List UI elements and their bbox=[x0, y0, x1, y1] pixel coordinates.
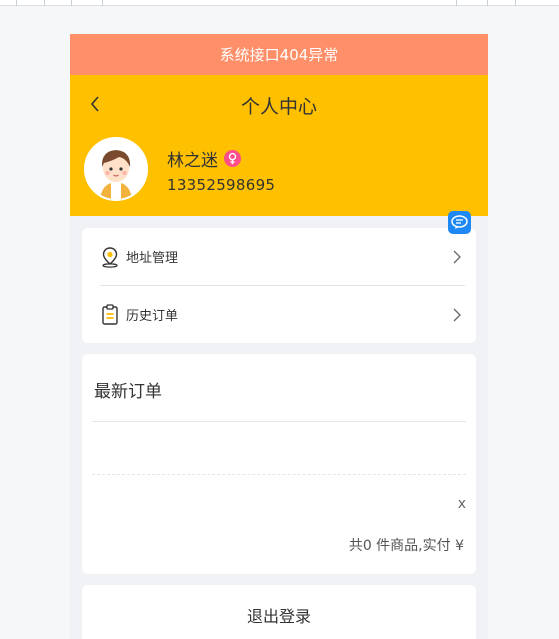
user-name-row: 林之迷 bbox=[167, 146, 241, 171]
ruler-tick bbox=[44, 0, 45, 6]
menu-label: 地址管理 bbox=[126, 251, 179, 266]
chat-icon-glyph bbox=[451, 215, 468, 229]
ruler-tick bbox=[102, 0, 103, 6]
orders-title: 最新订单 bbox=[94, 382, 162, 402]
page-title: 个人中心 bbox=[240, 96, 317, 118]
dashed-divider bbox=[92, 474, 466, 475]
divider bbox=[92, 421, 466, 422]
ruler-tick bbox=[16, 0, 17, 6]
top-ruler bbox=[0, 0, 559, 6]
order-close-button[interactable]: x bbox=[458, 496, 466, 512]
menu-item-address[interactable]: 地址管理 bbox=[82, 228, 476, 285]
ruler-tick bbox=[71, 0, 72, 6]
mobile-viewport: 系统接口404异常 个人中心 林之迷 13352598695 地址管理 历史订单… bbox=[70, 34, 488, 639]
menu-card: 地址管理 历史订单 bbox=[82, 228, 476, 343]
chat-bubble-icon[interactable] bbox=[448, 211, 471, 234]
avatar-illustration bbox=[86, 139, 146, 199]
location-pin-icon bbox=[102, 246, 118, 268]
chevron-right-icon bbox=[453, 308, 461, 321]
chevron-right-icon bbox=[453, 250, 461, 263]
error-banner-text: 系统接口404异常 bbox=[219, 46, 339, 64]
user-name: 林之迷 bbox=[167, 151, 218, 171]
clipboard-icon bbox=[102, 303, 118, 325]
error-banner: 系统接口404异常 bbox=[70, 34, 488, 75]
order-summary: 共0 件商品,实付 ¥ bbox=[348, 538, 464, 554]
ruler-tick bbox=[515, 0, 516, 6]
latest-orders-card: 最新订单 x 共0 件商品,实付 ¥ bbox=[82, 354, 476, 574]
menu-label: 历史订单 bbox=[126, 309, 179, 324]
logout-label: 退出登录 bbox=[246, 607, 311, 626]
female-icon bbox=[224, 150, 241, 167]
user-phone: 13352598695 bbox=[167, 176, 276, 194]
menu-item-order-history[interactable]: 历史订单 bbox=[82, 286, 476, 343]
ruler-tick bbox=[456, 0, 457, 6]
profile-header: 个人中心 林之迷 13352598695 bbox=[70, 75, 488, 216]
ruler-tick bbox=[487, 0, 488, 6]
logout-button[interactable]: 退出登录 bbox=[82, 585, 476, 639]
avatar[interactable] bbox=[84, 137, 148, 201]
